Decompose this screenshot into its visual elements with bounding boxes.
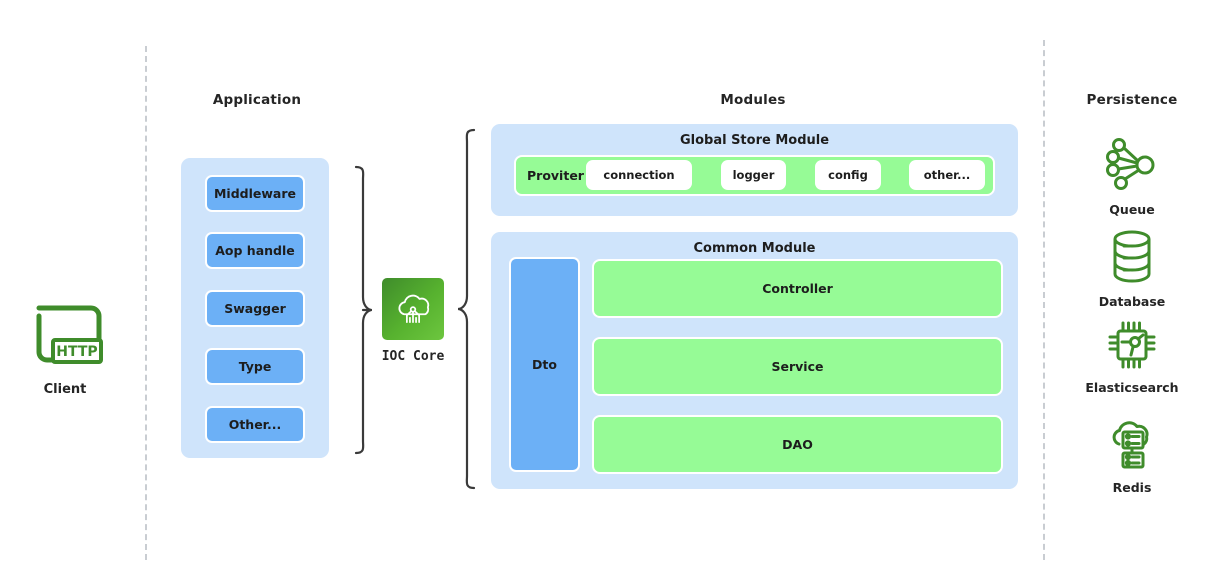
app-item-label: Swagger — [224, 301, 286, 316]
global-store-module-title: Global Store Module — [679, 133, 830, 148]
brace-ioc-to-modules — [458, 128, 476, 490]
persistence-item-label: Database — [1098, 294, 1166, 309]
provider-chip-logger[interactable]: logger — [721, 160, 786, 190]
column-title-application: Application — [212, 92, 302, 108]
ioc-core-tile — [382, 278, 444, 340]
architecture-diagram: Application Modules Persistence HTTP Cli… — [0, 0, 1215, 584]
app-item-label: Aop handle — [215, 243, 295, 258]
client-label: Client — [43, 382, 87, 397]
layer-label: DAO — [782, 437, 813, 452]
provider-chip-config[interactable]: config — [815, 160, 881, 190]
provider-chip-connection[interactable]: connection — [586, 160, 692, 190]
column-title-modules: Modules — [720, 92, 786, 108]
app-item-other[interactable]: Other... — [205, 406, 305, 443]
layer-service[interactable]: Service — [592, 337, 1003, 396]
client-http-badge-text: HTTP — [56, 344, 97, 360]
dto-label: Dto — [532, 357, 557, 372]
app-item-type[interactable]: Type — [205, 348, 305, 385]
dto-box[interactable]: Dto — [509, 257, 580, 472]
app-item-swagger[interactable]: Swagger — [205, 290, 305, 327]
app-item-aop-handle[interactable]: Aop handle — [205, 232, 305, 269]
persistence-item-label: Redis — [1112, 480, 1152, 495]
persistence-item-redis[interactable]: Redis — [1072, 414, 1192, 495]
client-node: HTTP Client — [0, 298, 130, 397]
persistence-item-elasticsearch[interactable]: Elasticsearch — [1072, 318, 1192, 395]
layer-controller[interactable]: Controller — [592, 259, 1003, 318]
provider-label: Proviter — [527, 168, 584, 183]
provider-chip-label: other... — [923, 168, 971, 182]
common-module-title: Common Module — [693, 241, 816, 256]
app-item-label: Other... — [228, 417, 282, 432]
app-item-label: Type — [238, 359, 272, 374]
persistence-item-database[interactable]: Database — [1072, 228, 1192, 309]
cloud-network-icon — [398, 294, 430, 323]
cloud-server-icon — [1112, 421, 1149, 469]
layer-label: Service — [771, 359, 824, 374]
chip-search-icon — [1108, 321, 1156, 369]
persistence-item-queue[interactable]: Queue — [1072, 136, 1192, 217]
layer-dao[interactable]: DAO — [592, 415, 1003, 474]
app-item-middleware[interactable]: Middleware — [205, 175, 305, 212]
provider-chip-label: config — [828, 168, 868, 182]
ioc-core-label: IOC Core — [381, 349, 445, 364]
client-http-icon: HTTP — [36, 305, 103, 364]
provider-chip-label: connection — [603, 168, 675, 182]
persistence-item-label: Queue — [1109, 202, 1155, 217]
app-item-label: Middleware — [213, 186, 296, 201]
provider-chip-other[interactable]: other... — [909, 160, 985, 190]
ioc-core-node[interactable]: IOC Core — [358, 278, 468, 364]
divider-right — [1043, 40, 1045, 560]
divider-left — [145, 46, 147, 560]
persistence-item-label: Elasticsearch — [1085, 380, 1179, 395]
queue-icon — [1106, 138, 1155, 190]
column-title-persistence: Persistence — [1086, 92, 1178, 108]
layer-label: Controller — [762, 281, 833, 296]
provider-chip-label: logger — [732, 168, 775, 182]
database-icon — [1113, 230, 1151, 283]
